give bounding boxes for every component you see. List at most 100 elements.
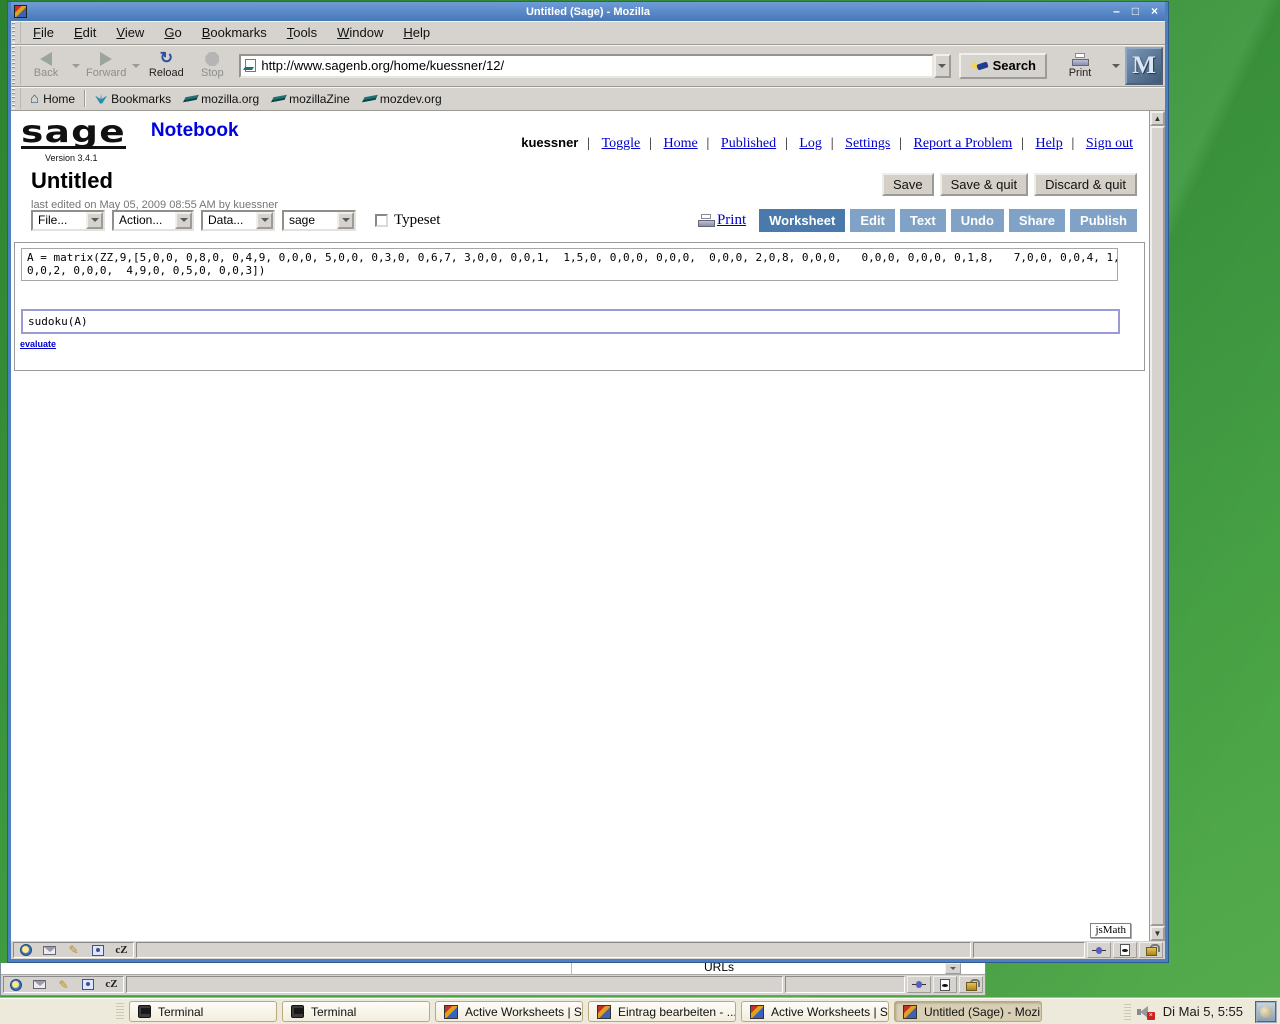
- jsmath-button[interactable]: jsMath: [1090, 923, 1131, 938]
- bookmarks-menu[interactable]: Bookmarks: [88, 92, 178, 106]
- bookmark-mozilla-org[interactable]: mozilla.org: [178, 92, 266, 106]
- tab-worksheet[interactable]: Worksheet: [759, 209, 845, 232]
- tab-edit[interactable]: Edit: [850, 209, 895, 232]
- navigator-icon[interactable]: [7, 978, 24, 991]
- security-button[interactable]: [1139, 942, 1163, 958]
- input-cell-2-focused[interactable]: sudoku(A): [21, 309, 1120, 334]
- chatzilla-icon[interactable]: cZ: [113, 944, 130, 957]
- taskbar-item-active-worksheets-2[interactable]: Active Worksheets | S...: [741, 1001, 889, 1022]
- taskbar-item-untitled-sage[interactable]: Untitled (Sage) - Mozi...: [894, 1001, 1042, 1022]
- tab-publish[interactable]: Publish: [1070, 209, 1137, 232]
- minimize-icon[interactable]: –: [1109, 4, 1124, 18]
- discard-quit-button[interactable]: Discard & quit: [1034, 173, 1137, 196]
- scrollbar-thumb[interactable]: [1150, 126, 1165, 926]
- menu-edit[interactable]: Edit: [64, 22, 106, 43]
- forward-button[interactable]: Forward: [83, 47, 129, 85]
- plug-icon: [1092, 947, 1106, 954]
- taskbar-clock[interactable]: Di Mai 5, 5:55: [1163, 1004, 1243, 1019]
- menu-tools[interactable]: Tools: [277, 22, 327, 43]
- menu-window[interactable]: Window: [327, 22, 393, 43]
- action-menu-select[interactable]: Action...: [112, 210, 194, 231]
- composer-icon[interactable]: ✎: [55, 978, 72, 991]
- page-info-button[interactable]: [1113, 942, 1137, 958]
- taskbar-item-eintrag-bearbeiten[interactable]: Eintrag bearbeiten - ...: [588, 1001, 736, 1022]
- terminal-icon: [291, 1005, 304, 1018]
- online-status-button[interactable]: [1087, 942, 1111, 958]
- bookmark-mozdev[interactable]: mozdev.org: [357, 92, 449, 106]
- title-bar[interactable]: Untitled (Sage) - Mozilla – □ ×: [11, 2, 1165, 21]
- chatzilla-icon[interactable]: cZ: [103, 978, 120, 991]
- sage-logo[interactable]: sageNotebook Version 3.4.1: [21, 119, 239, 163]
- link-toggle[interactable]: Toggle: [578, 136, 640, 151]
- sage-version: Version 3.4.1: [45, 153, 239, 163]
- link-settings[interactable]: Settings: [822, 136, 890, 151]
- forward-dropdown-icon[interactable]: [132, 64, 140, 68]
- back-dropdown-icon[interactable]: [72, 64, 80, 68]
- taskbar-grippy[interactable]: [116, 1003, 124, 1021]
- save-button[interactable]: Save: [882, 173, 934, 196]
- page-proxy-icon[interactable]: [245, 59, 256, 72]
- typeset-checkbox[interactable]: [375, 214, 388, 227]
- mail-icon[interactable]: [31, 978, 48, 991]
- background-browser-window[interactable]: URLs ✎ cZ: [0, 963, 986, 996]
- print-dropdown-icon[interactable]: [1112, 64, 1120, 68]
- toolbar-grippy[interactable]: [12, 22, 21, 43]
- reload-button[interactable]: ↻ Reload: [143, 47, 189, 85]
- menu-file[interactable]: File: [23, 22, 64, 43]
- security-button[interactable]: [959, 976, 983, 993]
- mozilla-app-icon: [444, 1005, 458, 1019]
- stop-button[interactable]: Stop: [189, 47, 235, 85]
- menu-help[interactable]: Help: [393, 22, 440, 43]
- scroll-up-icon[interactable]: ▲: [1150, 111, 1165, 126]
- tray-grippy[interactable]: [1124, 1004, 1131, 1020]
- mozilla-logo[interactable]: M: [1125, 47, 1163, 85]
- link-report-problem[interactable]: Report a Problem: [890, 136, 1012, 151]
- toolbar-grippy[interactable]: [12, 46, 21, 85]
- volume-muted-icon[interactable]: ×: [1137, 1004, 1155, 1020]
- toolbar-grippy[interactable]: [12, 88, 21, 109]
- navigator-icon[interactable]: [17, 944, 34, 957]
- link-home[interactable]: Home: [640, 136, 697, 151]
- link-sign-out[interactable]: Sign out: [1063, 136, 1133, 151]
- menu-view[interactable]: View: [106, 22, 154, 43]
- link-help[interactable]: Help: [1012, 136, 1062, 151]
- print-button[interactable]: Print: [1057, 47, 1103, 85]
- bookmark-mozillazine[interactable]: mozillaZine: [266, 92, 357, 106]
- maximize-icon[interactable]: □: [1128, 4, 1143, 18]
- input-cell-1[interactable]: A = matrix(ZZ,9,[5,0,0, 0,8,0, 0,4,9, 0,…: [21, 248, 1118, 281]
- menu-bookmarks[interactable]: Bookmarks: [192, 22, 277, 43]
- url-bar[interactable]: http://www.sagenb.org/home/kuessner/12/: [239, 54, 933, 78]
- file-menu-select[interactable]: File...: [31, 210, 105, 231]
- composer-icon[interactable]: ✎: [65, 944, 82, 957]
- addressbook-icon[interactable]: [79, 978, 96, 991]
- system-select[interactable]: sage: [282, 210, 356, 231]
- addressbook-icon[interactable]: [89, 944, 106, 957]
- taskbar-item-active-worksheets-1[interactable]: Active Worksheets | S...: [435, 1001, 583, 1022]
- search-button[interactable]: Search: [959, 53, 1047, 79]
- bookmark-home[interactable]: ⌂ Home: [23, 91, 82, 106]
- url-text[interactable]: http://www.sagenb.org/home/kuessner/12/: [261, 58, 504, 73]
- data-menu-select[interactable]: Data...: [201, 210, 275, 231]
- online-status-button[interactable]: [907, 976, 931, 993]
- desktop-pager-icon[interactable]: [1255, 1001, 1277, 1023]
- save-quit-button[interactable]: Save & quit: [940, 173, 1029, 196]
- url-history-dropdown[interactable]: [934, 54, 951, 78]
- tab-text[interactable]: Text: [900, 209, 946, 232]
- tab-undo[interactable]: Undo: [951, 209, 1004, 232]
- evaluate-link[interactable]: evaluate: [20, 339, 56, 349]
- print-worksheet-link[interactable]: Print: [698, 212, 746, 229]
- back-button[interactable]: Back: [23, 47, 69, 85]
- link-published[interactable]: Published: [698, 136, 776, 151]
- close-icon[interactable]: ×: [1147, 4, 1162, 18]
- mail-icon[interactable]: [41, 944, 58, 957]
- vertical-scrollbar[interactable]: ▲ ▼: [1149, 111, 1165, 941]
- taskbar-item-terminal-1[interactable]: Terminal: [129, 1001, 277, 1022]
- page-info-button[interactable]: [933, 976, 957, 993]
- menu-go[interactable]: Go: [154, 22, 191, 43]
- worksheet-title[interactable]: Untitled: [31, 168, 113, 194]
- link-log[interactable]: Log: [776, 136, 822, 151]
- tab-share[interactable]: Share: [1009, 209, 1065, 232]
- taskbar-item-terminal-2[interactable]: Terminal: [282, 1001, 430, 1022]
- chevron-down-icon[interactable]: [945, 963, 961, 974]
- scroll-down-icon[interactable]: ▼: [1150, 926, 1165, 941]
